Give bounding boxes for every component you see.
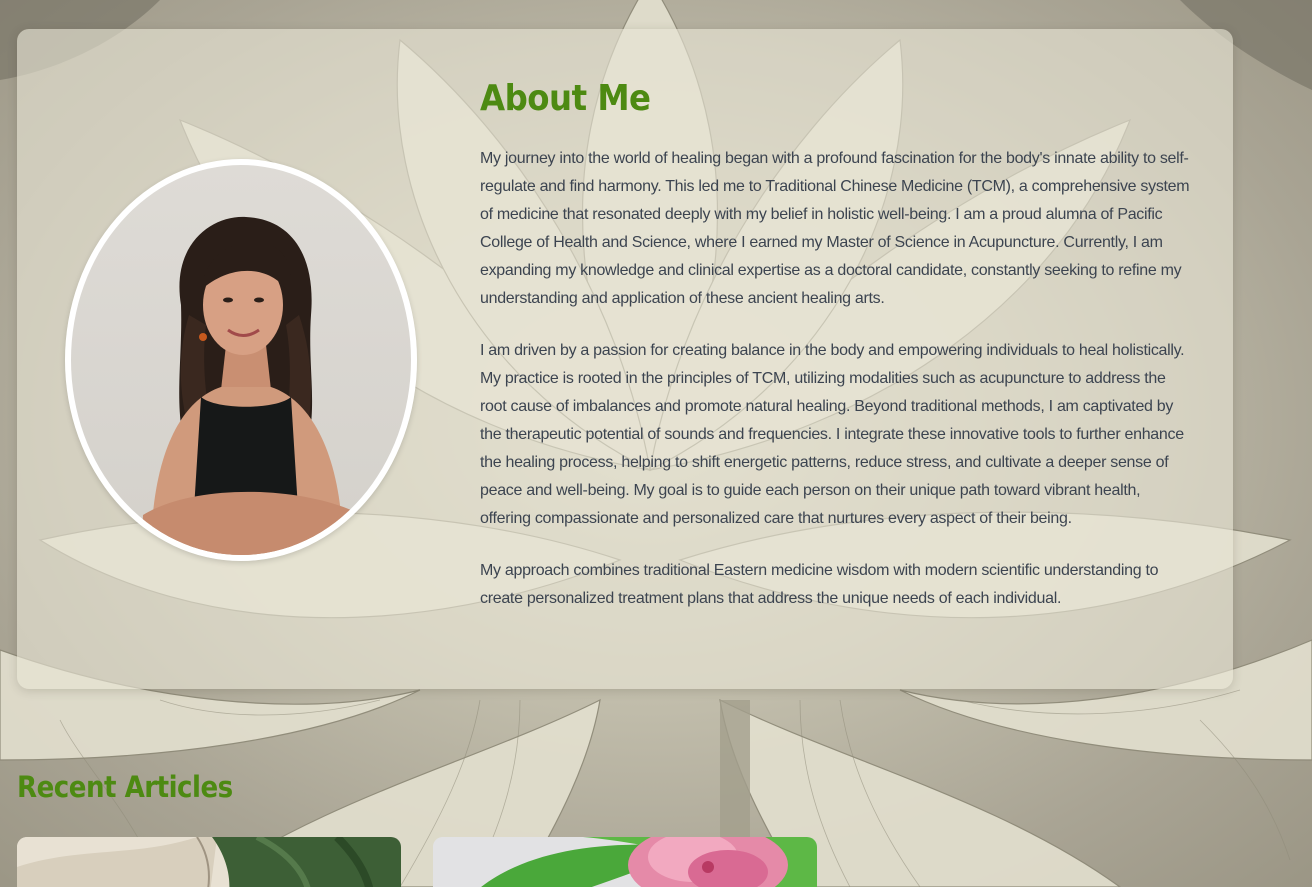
about-paragraph-3: My approach combines traditional Eastern… xyxy=(480,562,1159,607)
about-card: About Me My journey into the world of he… xyxy=(17,29,1233,689)
about-paragraph-1: My journey into the world of healing beg… xyxy=(480,150,1190,307)
article-card-1[interactable] xyxy=(17,837,401,887)
portrait-photo xyxy=(65,159,417,561)
about-heading: About Me xyxy=(480,78,651,119)
about-paragraph-2: I am driven by a passion for creating ba… xyxy=(480,342,1185,527)
article-card-2[interactable] xyxy=(433,837,817,887)
about-text-column: About Me My journey into the world of he… xyxy=(480,73,1192,613)
recent-articles-heading: Recent Articles xyxy=(17,770,233,804)
article-thumbnail-image xyxy=(17,837,401,887)
article-thumbnail-image xyxy=(433,837,817,887)
